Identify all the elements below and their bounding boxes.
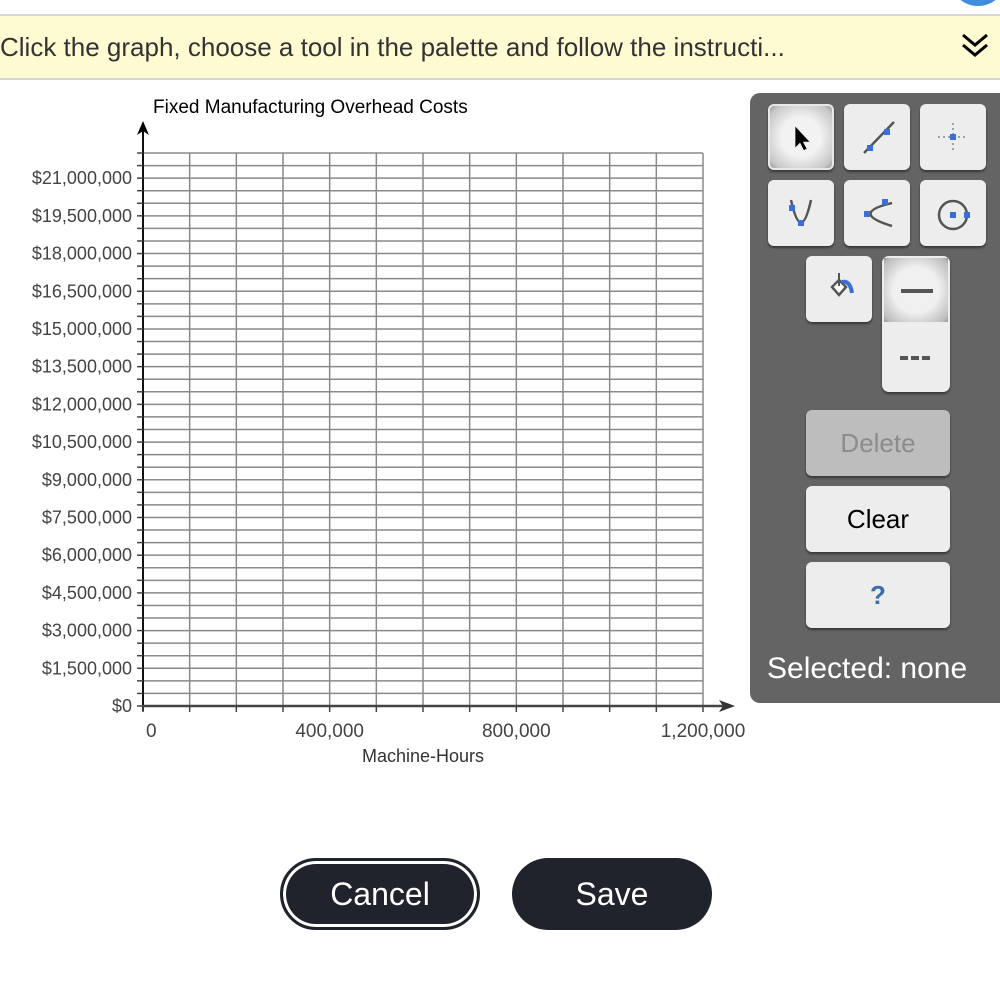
y-tick-label: $7,500,000 — [42, 507, 132, 527]
clear-button[interactable]: Clear — [806, 486, 950, 552]
help-button[interactable]: ? — [806, 562, 950, 628]
x-tick-label: 800,000 — [482, 721, 551, 742]
double-chevron-down-icon[interactable] — [958, 30, 992, 64]
y-tick-label: $15,000,000 — [32, 319, 132, 339]
circle-icon — [937, 199, 970, 231]
save-button[interactable]: Save — [512, 858, 712, 930]
instruction-bar[interactable]: Click the graph, choose a tool in the pa… — [0, 14, 1000, 80]
y-tick-label: $16,500,000 — [32, 281, 132, 301]
x-tick-label: 0 — [146, 721, 157, 742]
delete-button[interactable]: Delete — [806, 410, 950, 476]
y-tick-label: $4,500,000 — [42, 583, 132, 603]
grid — [143, 152, 704, 706]
y-tick-label: $18,000,000 — [32, 244, 132, 264]
arrow-pointer-icon — [795, 126, 810, 151]
y-tick-label: $6,000,000 — [42, 545, 132, 565]
parabola-tool-button[interactable] — [768, 180, 834, 246]
pointer-tool-button[interactable] — [768, 104, 834, 170]
y-tick-label: $0 — [112, 696, 132, 716]
y-tick-label: $10,500,000 — [32, 432, 132, 452]
line-style-group — [882, 256, 950, 392]
cancel-button[interactable]: Cancel — [280, 858, 480, 930]
x-axis-label: Machine-Hours — [362, 746, 484, 766]
x-tick-label: 1,200,000 — [661, 721, 746, 742]
x-tick-label: 400,000 — [295, 721, 364, 742]
y-tick-label: $3,000,000 — [42, 621, 132, 641]
y-tick-label: $21,000,000 — [32, 168, 132, 188]
paint-bucket-icon — [830, 273, 854, 297]
sideways-parabola-icon — [864, 199, 893, 228]
line-tool-button[interactable] — [844, 104, 910, 170]
graph-area[interactable]: Fixed Manufacturing Overhead Costs $0 $1,… — [0, 85, 750, 775]
y-tick-label: $19,500,000 — [32, 206, 132, 226]
point-tool-button[interactable] — [920, 104, 986, 170]
fill-tool-button[interactable] — [806, 256, 872, 322]
point-crosshair-icon — [938, 123, 968, 153]
y-tick-label: $9,000,000 — [42, 470, 132, 490]
parabola-icon — [789, 199, 813, 226]
instruction-text: Click the graph, choose a tool in the pa… — [0, 32, 785, 62]
top-status-circle — [952, 0, 1000, 6]
selected-status: Selected: none — [767, 652, 968, 685]
y-tick-label: $12,000,000 — [32, 394, 132, 414]
circle-tool-button[interactable] — [920, 180, 986, 246]
y-tick-label: $1,500,000 — [42, 658, 132, 678]
horizontal-parabola-tool-button[interactable] — [844, 180, 910, 246]
dashed-line-style-button[interactable] — [882, 326, 950, 392]
line-segment-icon — [863, 121, 895, 154]
dashed-line-icon — [900, 356, 932, 360]
chart-title: Fixed Manufacturing Overhead Costs — [153, 97, 468, 118]
y-tick-label: $13,500,000 — [32, 357, 132, 377]
solid-line-icon — [901, 289, 933, 293]
solid-line-style-button[interactable] — [884, 258, 948, 322]
